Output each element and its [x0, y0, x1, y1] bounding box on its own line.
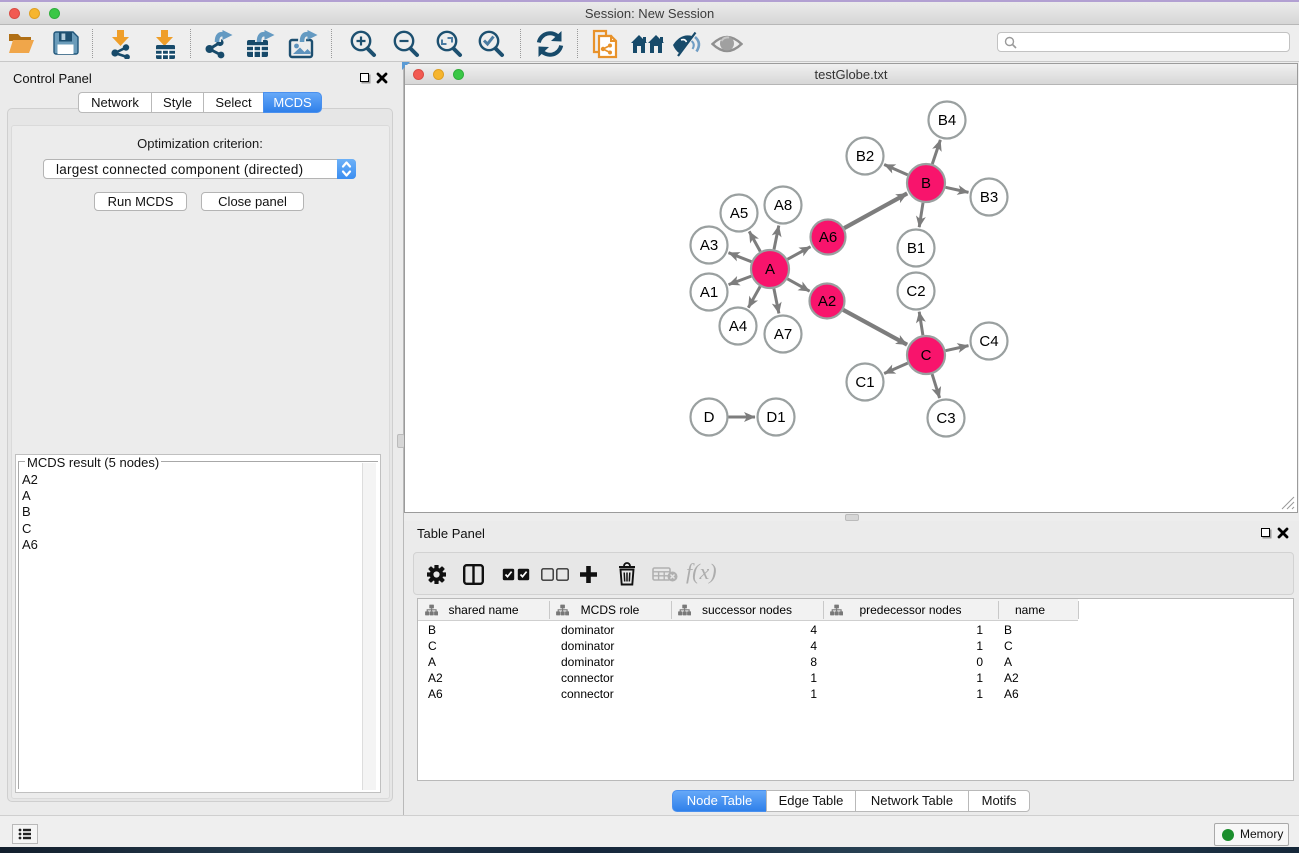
- svg-text:A1: A1: [700, 284, 718, 301]
- svg-text:D1: D1: [766, 409, 785, 426]
- svg-text:A: A: [765, 261, 775, 278]
- svg-text:B3: B3: [980, 189, 998, 206]
- svg-text:A4: A4: [729, 318, 747, 335]
- svg-text:B4: B4: [938, 112, 956, 129]
- svg-text:C4: C4: [979, 333, 998, 350]
- svg-text:A5: A5: [730, 205, 748, 222]
- svg-text:C2: C2: [906, 283, 925, 300]
- svg-text:A8: A8: [774, 197, 792, 214]
- svg-text:C: C: [921, 347, 932, 364]
- svg-text:C1: C1: [855, 374, 874, 391]
- svg-text:D: D: [704, 409, 715, 426]
- svg-text:B: B: [921, 175, 931, 192]
- svg-text:B2: B2: [856, 148, 874, 165]
- svg-text:A2: A2: [818, 293, 836, 310]
- svg-text:A6: A6: [819, 229, 837, 246]
- svg-text:B1: B1: [907, 240, 925, 257]
- svg-text:A3: A3: [700, 237, 718, 254]
- svg-text:A7: A7: [774, 326, 792, 343]
- svg-text:C3: C3: [936, 410, 955, 427]
